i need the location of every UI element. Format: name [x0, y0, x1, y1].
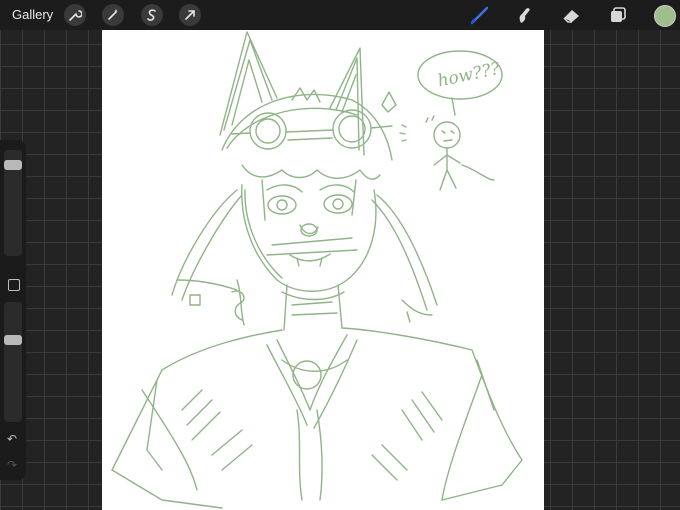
sketch-drawing: how??? — [111, 31, 523, 509]
transform-arrow-icon[interactable] — [179, 4, 201, 26]
opacity-slider[interactable] — [4, 302, 22, 422]
brush-size-thumb[interactable] — [4, 159, 22, 170]
brush-icon[interactable] — [468, 4, 492, 26]
drawing-canvas[interactable]: how??? — [102, 30, 544, 510]
color-picker-button[interactable] — [654, 5, 676, 27]
smudge-icon[interactable] — [512, 4, 536, 26]
undo-icon[interactable]: ↶ — [7, 432, 17, 446]
modifier-square-icon[interactable] — [8, 279, 20, 291]
layers-icon[interactable] — [606, 4, 630, 26]
opacity-thumb[interactable] — [4, 335, 22, 345]
gallery-button[interactable]: Gallery — [12, 7, 53, 22]
wrench-icon[interactable] — [64, 4, 86, 26]
selection-icon[interactable] — [141, 4, 163, 26]
magic-wand-icon[interactable] — [102, 4, 124, 26]
top-toolbar: Gallery — [0, 0, 680, 30]
sidebar: ↶ ↷ — [0, 140, 26, 480]
speech-bubble-text: how??? — [436, 59, 503, 92]
eraser-icon[interactable] — [560, 4, 584, 26]
redo-icon[interactable]: ↷ — [7, 458, 17, 472]
